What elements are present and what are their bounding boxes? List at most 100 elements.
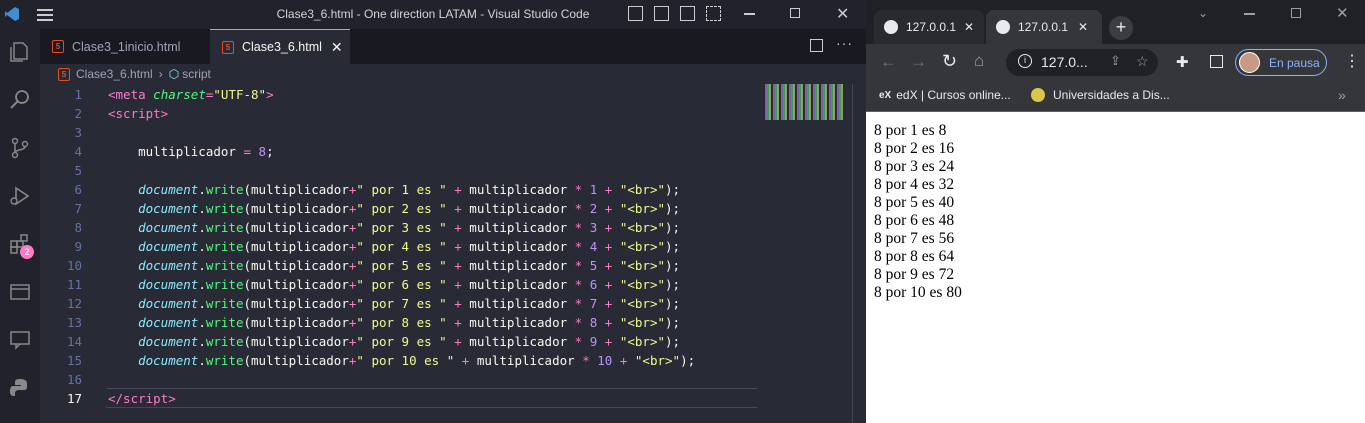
line-number: 11	[66, 277, 82, 292]
page-content: 8 por 1 es 8 8 por 2 es 16 8 por 3 es 24…	[866, 111, 1365, 423]
code-line: <script>	[108, 106, 169, 121]
code-line: document.write(multiplicador+" por 3 es …	[138, 220, 681, 235]
close-tab-icon[interactable]: ✕	[331, 39, 343, 56]
code-line: document.write(multiplicador+" por 1 es …	[138, 182, 681, 197]
output-line: 8 por 4 es 32	[874, 176, 955, 193]
bookmark-edx[interactable]: eX edX | Cursos online...	[879, 88, 1011, 102]
new-tab-button[interactable]: +	[1109, 16, 1133, 40]
browser-tab-active[interactable]: 127.0.0.1 ✕	[986, 10, 1102, 44]
address-bar[interactable]: i 127.0... ⇪ ☆	[1006, 49, 1158, 76]
maximize-button[interactable]	[1291, 8, 1301, 18]
tab-label: Clase3_1inicio.html	[72, 39, 181, 54]
symbol-icon: ⬡	[168, 67, 180, 81]
forward-icon[interactable]: →	[910, 52, 927, 72]
line-number: 8	[74, 220, 82, 235]
output-line: 8 por 10 es 80	[874, 284, 962, 301]
close-tab-icon[interactable]: ✕	[964, 20, 974, 34]
reload-icon[interactable]: ↻	[942, 51, 957, 72]
code-line: document.write(multiplicador+" por 5 es …	[138, 258, 681, 273]
line-number: 3	[74, 125, 82, 140]
more-actions-icon[interactable]: ···	[836, 35, 853, 51]
run-debug-icon[interactable]	[4, 180, 36, 212]
code-line: </script>	[108, 391, 176, 406]
line-number: 10	[66, 258, 82, 273]
current-line-highlight	[106, 388, 758, 408]
line-number: 2	[74, 106, 82, 121]
line-number: 13	[66, 315, 82, 330]
toggle-sidebar-icon[interactable]	[628, 6, 643, 21]
browser-tab[interactable]: 127.0.0.1 ✕	[874, 10, 984, 44]
html5-icon: 5	[58, 67, 70, 81]
live-share-icon[interactable]	[4, 324, 36, 356]
customize-layout-icon[interactable]	[706, 6, 721, 21]
info-icon[interactable]: i	[1018, 54, 1032, 68]
search-icon[interactable]	[4, 84, 36, 116]
code-editor[interactable]: 5 Clase3_6.html › ⬡ script 1 2 3 4 5 6 7…	[40, 64, 866, 423]
vscode-window: Clase3_6.html - One direction LATAM - Vi…	[0, 0, 866, 423]
chrome-window: 127.0.0.1 ✕ 127.0.0.1 ✕ + ⌄ ✕ ← → ↻ ⌂ i …	[866, 0, 1365, 423]
minimize-button[interactable]	[1244, 13, 1255, 15]
tab-clase3-1inicio[interactable]: 5 Clase3_1inicio.html	[40, 29, 210, 64]
line-number: 1	[74, 87, 82, 102]
minimap[interactable]	[765, 84, 845, 120]
chrome-tab-strip: 127.0.0.1 ✕ 127.0.0.1 ✕ + ⌄ ✕	[866, 0, 1365, 44]
more-bookmarks-icon[interactable]: »	[1338, 87, 1346, 103]
code-line: <meta charset="UTF-8">	[108, 87, 274, 102]
window-title: Clase3_6.html - One direction LATAM - Vi…	[276, 7, 590, 21]
close-button[interactable]: ✕	[836, 4, 849, 24]
home-icon[interactable]: ⌂	[974, 51, 984, 71]
kebab-menu-icon[interactable]: ⋮	[1344, 51, 1360, 71]
chevron-right-icon: ›	[158, 67, 163, 81]
extensions-puzzle-icon[interactable]: ✚	[1176, 53, 1189, 71]
line-number: 4	[74, 144, 82, 159]
toggle-secondary-sidebar-icon[interactable]	[680, 6, 695, 21]
source-control-icon[interactable]	[4, 132, 36, 164]
output-line: 8 por 3 es 24	[874, 158, 955, 175]
html5-icon: 5	[222, 40, 234, 54]
bookmark-star-icon[interactable]: ☆	[1136, 53, 1149, 70]
browser-tab-label: 127.0.0.1	[906, 20, 957, 34]
side-panel-icon[interactable]	[1210, 55, 1223, 68]
code-line: document.write(multiplicador+" por 10 es…	[138, 353, 696, 368]
line-number: 16	[66, 372, 82, 387]
extensions-icon[interactable]: 2	[4, 228, 36, 260]
breadcrumb-symbol[interactable]: script	[182, 67, 211, 81]
bookmark-universidades[interactable]: Universidades a Dis...	[1031, 88, 1170, 102]
line-number: 15	[66, 353, 82, 368]
output-line: 8 por 5 es 40	[874, 194, 955, 211]
maximize-button[interactable]	[790, 8, 800, 18]
toggle-panel-icon[interactable]	[654, 6, 669, 21]
minimize-button[interactable]	[744, 13, 755, 15]
globe-icon	[884, 20, 898, 34]
line-number: 5	[74, 163, 82, 178]
vertical-scrollbar[interactable]	[852, 84, 866, 423]
breadcrumb-file[interactable]: Clase3_6.html	[76, 67, 153, 81]
globe-icon	[996, 20, 1010, 34]
line-number: 6	[74, 182, 82, 197]
back-icon[interactable]: ←	[880, 52, 897, 72]
breadcrumb: 5 Clase3_6.html › ⬡ script	[40, 64, 866, 84]
python-icon[interactable]	[4, 372, 36, 404]
html5-icon: 5	[52, 40, 64, 53]
profile-button[interactable]: En pausa	[1235, 49, 1327, 76]
bookmark-label: Universidades a Dis...	[1053, 88, 1170, 102]
share-icon[interactable]: ⇪	[1110, 53, 1121, 69]
chrome-toolbar: ← → ↻ ⌂ i 127.0... ⇪ ☆ ✚ En pausa ⋮	[866, 44, 1365, 81]
activity-bar: 2	[0, 29, 40, 423]
extensions-badge: 2	[20, 245, 34, 259]
close-tab-icon[interactable]: ✕	[1078, 20, 1088, 34]
code-line: document.write(multiplicador+" por 7 es …	[138, 296, 681, 311]
bookmarks-bar: eX edX | Cursos online... Universidades …	[866, 81, 1365, 111]
line-number: 9	[74, 239, 82, 254]
remote-explorer-icon[interactable]	[4, 276, 36, 308]
split-editor-icon[interactable]	[810, 39, 823, 52]
close-button[interactable]: ✕	[1336, 4, 1349, 22]
chevron-down-icon[interactable]: ⌄	[1198, 6, 1208, 20]
output-line: 8 por 2 es 16	[874, 140, 955, 157]
output-line: 8 por 7 es 56	[874, 230, 955, 247]
browser-tab-label: 127.0.0.1	[1018, 20, 1069, 34]
line-number-current: 17	[66, 391, 82, 406]
tab-clase3-6[interactable]: 5 Clase3_6.html ✕	[210, 29, 350, 64]
output-line: 8 por 9 es 72	[874, 266, 955, 283]
explorer-icon[interactable]	[4, 36, 36, 68]
